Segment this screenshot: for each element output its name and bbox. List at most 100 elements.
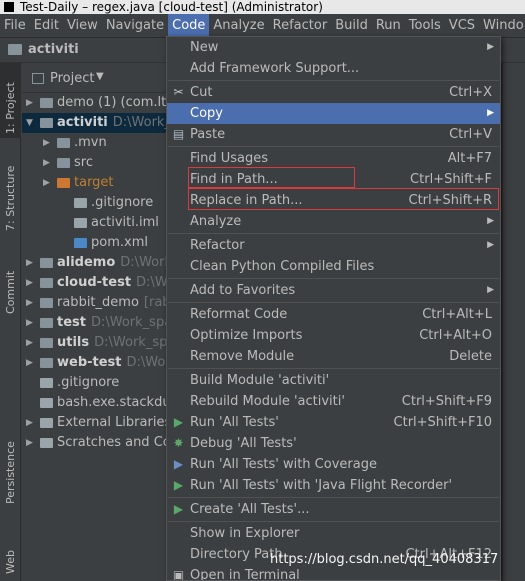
menu-item-remove-module[interactable]: Remove Module Delete [167, 346, 500, 367]
tree-item[interactable]: ▶ rabbit_demo [rab [22, 293, 172, 313]
menu-separator [168, 146, 499, 147]
project-view-selector[interactable]: Project [50, 71, 94, 86]
tree-item-label: .gitignore [57, 375, 120, 390]
tree-item[interactable]: .gitignore [22, 193, 172, 213]
menu-item-label: Find Usages [190, 151, 269, 166]
tree-item[interactable]: ▶cloud-testD:\Work [22, 273, 172, 293]
tree-item-label: src [74, 155, 93, 170]
tree-item[interactable]: ▶ alidemo D:\Work [22, 253, 172, 273]
menu-item-add-framework-support[interactable]: Add Framework Support... [167, 58, 500, 79]
menu-item-add-to-favorites[interactable]: Add to Favorites ▶ [167, 280, 500, 301]
tree-item-label: rabbit_demo [57, 295, 139, 310]
tree-item[interactable]: ▶ Scratches and Cor [22, 433, 172, 453]
menu-refactor[interactable]: Refactor [269, 14, 332, 37]
menu-item-build-module-activiti[interactable]: Build Module 'activiti' [167, 370, 500, 391]
file-icon [74, 198, 87, 208]
module-folder-icon [40, 278, 53, 288]
menu-tools[interactable]: Tools [405, 14, 445, 37]
menu-analyze[interactable]: Analyze [209, 14, 268, 37]
terminal-icon: ▣ [172, 568, 185, 581]
window-title-bar: Test-Daily – regex.java [cloud-test] (Ad… [0, 0, 525, 14]
menu-edit[interactable]: Edit [30, 14, 63, 37]
menu-item-create-all-tests[interactable]: ▶ Create 'All Tests'... [167, 499, 500, 520]
menu-item-show-in-explorer[interactable]: Show in Explorer [167, 523, 500, 544]
menu-run[interactable]: Run [372, 14, 405, 37]
menu-item-label: Clean Python Compiled Files [190, 259, 375, 274]
chevron-right-icon[interactable]: ▶ [26, 313, 33, 333]
chevron-right-icon[interactable]: ▶ [26, 433, 33, 453]
menu-item-paste[interactable]: ▤ Paste Ctrl+V [167, 124, 500, 145]
menu-item-open-in-terminal[interactable]: ▣ Open in Terminal [167, 565, 500, 581]
left-tool-strip: 1: Project 7: Structure Commit Persistence W… [0, 63, 21, 581]
chevron-right-icon[interactable]: ▶ [43, 133, 50, 153]
context-menu: New ▶ Add Framework Support... ✂ Cut Ctrl+X Co… [166, 36, 501, 581]
tool-tab-commit[interactable]: Commit [0, 258, 21, 318]
menu-item-shortcut: Ctrl+Shift+F10 [393, 415, 492, 430]
menu-item-new[interactable]: New ▶ [167, 37, 500, 58]
menu-item-label: Run 'All Tests' with 'Java Flight Record… [190, 478, 453, 493]
menu-item-reformat-code[interactable]: Reformat Code Ctrl+Alt+L [167, 304, 500, 325]
tree-item[interactable]: activiti.iml [22, 213, 172, 233]
tree-item[interactable]: pom.xml [22, 233, 172, 253]
tool-tab-1-project[interactable]: 1: Project [0, 63, 21, 138]
menu-item-copy[interactable]: Copy ▶ [167, 103, 500, 124]
tree-item[interactable]: ▶ demo (1) (com.lt [22, 93, 172, 113]
chevron-right-icon[interactable]: ▶ [26, 353, 33, 373]
tree-item-label: Scratches and Cor [57, 435, 172, 450]
menu-item-run-all-tests-with-java-flight-recorder[interactable]: ▶ Run 'All Tests' with 'Java Flight Recor… [167, 475, 500, 496]
chevron-right-icon[interactable]: ▶ [26, 413, 33, 433]
menu-windo[interactable]: Windo [479, 14, 525, 37]
maven-file-icon [74, 238, 87, 248]
menu-vcs[interactable]: VCS [445, 14, 479, 37]
chevron-right-icon[interactable]: ▶ [26, 253, 33, 273]
flight-recorder-icon: ▶ [173, 478, 184, 492]
tree-item[interactable]: .gitignore [22, 373, 172, 393]
menu-build[interactable]: Build [331, 14, 372, 37]
tool-tab-7-structure[interactable]: 7: Structure [0, 155, 21, 235]
chevron-right-icon[interactable]: ▶ [26, 273, 33, 293]
tool-tab-web[interactable]: Web [0, 528, 21, 578]
menu-file[interactable]: File [0, 14, 30, 37]
tree-item[interactable]: ▶ target [22, 173, 172, 193]
menu-item-refactor[interactable]: Refactor ▶ [167, 235, 500, 256]
tool-tab-persistence[interactable]: Persistence [0, 428, 21, 508]
module-folder-icon [40, 338, 53, 348]
menu-item-analyze[interactable]: Analyze ▶ [167, 211, 500, 232]
menu-navigate[interactable]: Navigate [102, 14, 168, 37]
chevron-right-icon[interactable]: ▶ [26, 293, 33, 313]
chevron-right-icon[interactable]: ▶ [26, 93, 33, 113]
menu-item-cut[interactable]: ✂ Cut Ctrl+X [167, 82, 500, 103]
menu-view[interactable]: View [63, 14, 102, 37]
breadcrumb-project[interactable]: activiti [28, 42, 79, 57]
menu-item-clean-python-compiled-files[interactable]: Clean Python Compiled Files [167, 256, 500, 277]
chevron-down-icon[interactable]: ▼ [96, 71, 104, 82]
chevron-right-icon[interactable]: ▶ [26, 333, 33, 353]
submenu-arrow-icon: ▶ [487, 285, 494, 295]
menu-item-optimize-imports[interactable]: Optimize Imports Ctrl+Alt+O [167, 325, 500, 346]
chevron-right-icon[interactable]: ▶ [43, 153, 50, 173]
tree-item[interactable]: ▶ utils D:\Work_spa [22, 333, 172, 353]
menu-item-label: Build Module 'activiti' [190, 373, 330, 388]
project-panel: Project ▼ ▶ demo (1) (com.lt ▼ activiti D:\W… [22, 63, 172, 581]
tree-item[interactable]: ▶ web-test D:\Worl [22, 353, 172, 373]
tree-item[interactable]: ▼ activiti D:\Work_s [22, 113, 172, 133]
tree-item[interactable]: ▶ test D:\Work_spa [22, 313, 172, 333]
menu-item-run-all-tests-with-coverage[interactable]: ▶ Run 'All Tests' with Coverage [167, 454, 500, 475]
tree-item[interactable]: bash.exe.stackdu [22, 393, 172, 413]
tree-item-label: bash.exe.stackdu [57, 395, 171, 410]
tree-item-label: pom.xml [91, 235, 148, 250]
menu-separator [168, 368, 499, 369]
tool-tab-label: Web [4, 550, 17, 574]
tree-item[interactable]: ▶ External Libraries [22, 413, 172, 433]
folder-icon [57, 138, 70, 148]
tree-item[interactable]: ▶ src [22, 153, 172, 173]
tree-item-path: D:\Work_spa [94, 335, 172, 350]
chevron-down-icon[interactable]: ▼ [26, 113, 33, 133]
menu-item-debug-all-tests[interactable]: ✸ Debug 'All Tests' [167, 433, 500, 454]
chevron-right-icon[interactable]: ▶ [43, 173, 50, 193]
menu-item-run-all-tests[interactable]: ▶ Run 'All Tests' Ctrl+Shift+F10 [167, 412, 500, 433]
menu-code[interactable]: Code [168, 14, 210, 37]
tree-item[interactable]: ▶ .mvn [22, 133, 172, 153]
menu-item-rebuild-module-activiti[interactable]: Rebuild Module 'activiti' Ctrl+Shift+F9 [167, 391, 500, 412]
menu-item-find-usages[interactable]: Find Usages Alt+F7 [167, 148, 500, 169]
